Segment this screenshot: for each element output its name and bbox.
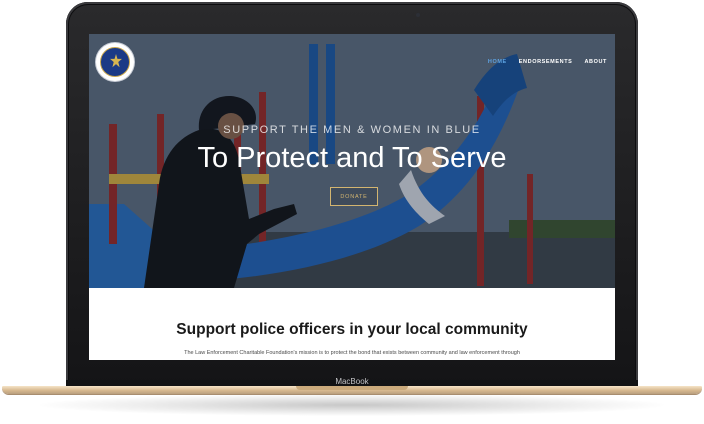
police-badge-icon	[100, 47, 130, 77]
laptop-notch	[296, 386, 408, 390]
main-nav: HOME ENDORSEMENTS ABOUT	[488, 59, 607, 65]
device-brand-label: MacBook	[335, 377, 369, 386]
site-logo[interactable]	[96, 43, 134, 81]
website-screen: HOME ENDORSEMENTS ABOUT SUPPORT THE MEN …	[89, 34, 615, 360]
donate-button[interactable]: DONATE	[330, 187, 378, 206]
nav-home[interactable]: HOME	[488, 59, 507, 65]
hero-eyebrow: SUPPORT THE MEN & WOMEN IN BLUE	[223, 124, 481, 136]
laptop-shadow	[40, 394, 664, 416]
camera-icon	[416, 13, 420, 17]
section-body: The Law Enforcement Charitable Foundatio…	[184, 350, 520, 356]
section-title: Support police officers in your local co…	[176, 321, 528, 338]
nav-about[interactable]: ABOUT	[584, 59, 607, 65]
nav-endorsements[interactable]: ENDORSEMENTS	[519, 59, 573, 65]
star-icon	[110, 54, 122, 68]
hero-banner: HOME ENDORSEMENTS ABOUT SUPPORT THE MEN …	[89, 34, 615, 288]
hero-title: To Protect and To Serve	[197, 142, 507, 174]
